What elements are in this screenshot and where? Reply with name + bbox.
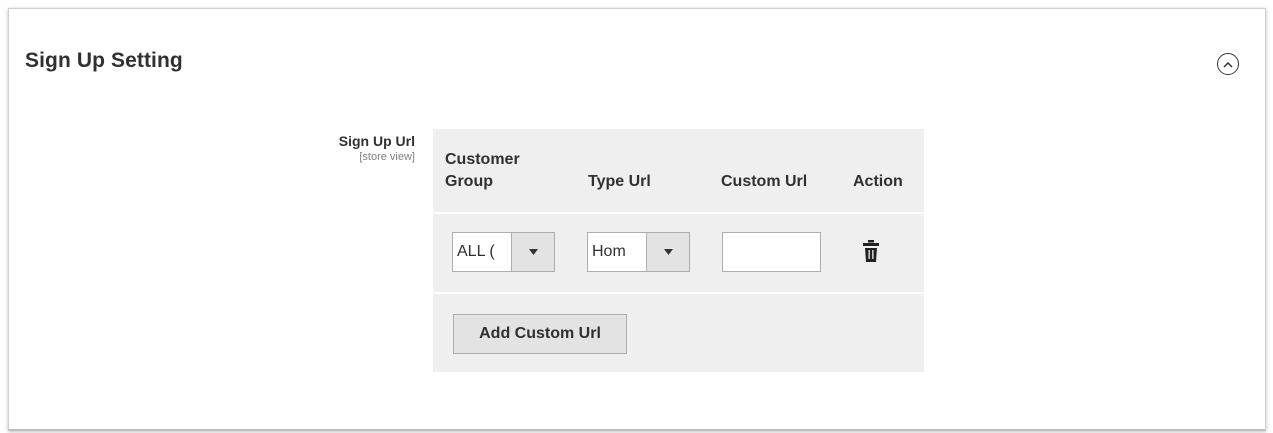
header-customer-group: Customer Group [445,151,520,190]
grid-header: Customer Group Type Url Custom Url Actio… [433,129,924,209]
customer-group-select[interactable]: ALL ( [452,232,555,272]
type-url-select[interactable]: Hom [587,232,690,272]
chevron-up-icon [1223,55,1233,73]
type-url-value: Hom [592,243,626,260]
sign-up-url-grid: Customer Group Type Url Custom Url Actio… [433,129,924,372]
header-custom-url: Custom Url [721,173,808,190]
chevron-down-icon[interactable] [511,233,554,271]
trash-icon[interactable] [863,240,879,267]
sign-up-setting-panel: Sign Up Setting Sign Up Url [store view]… [8,8,1266,431]
customer-group-value: ALL ( [457,243,495,260]
custom-url-input[interactable] [722,232,821,272]
table-row: ALL ( Hom [433,212,924,294]
collapse-section-button[interactable] [1217,53,1239,75]
section-title[interactable]: Sign Up Setting [25,49,183,73]
sign-up-url-label: Sign Up Url [store view] [339,133,415,163]
header-action: Action [853,173,903,190]
field-scope-text: [store view] [359,151,415,163]
header-type-url: Type Url [588,173,651,190]
add-custom-url-button[interactable]: Add Custom Url [453,314,627,354]
chevron-down-icon[interactable] [646,233,689,271]
field-label-text: Sign Up Url [338,133,415,149]
